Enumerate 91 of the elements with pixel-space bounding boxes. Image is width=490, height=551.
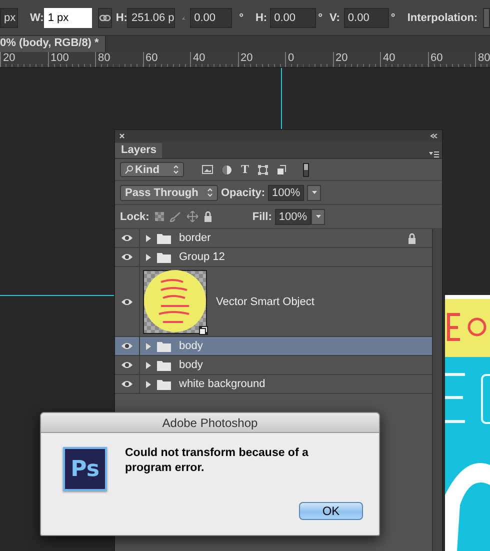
folder-icon [157, 252, 171, 262]
filter-kind-dropdown[interactable]: Kind [120, 162, 184, 177]
layer-row[interactable]: body [115, 356, 432, 375]
ruler-label: 100 [50, 52, 69, 64]
ruler-label: 0 [287, 52, 294, 64]
scrollbar-track[interactable] [432, 229, 442, 551]
layer-row[interactable]: body [115, 337, 432, 356]
filter-toggle[interactable] [303, 162, 310, 176]
expand-arrow-icon[interactable] [146, 342, 151, 350]
field-label: W: [30, 12, 44, 24]
pixel-filter-icon[interactable] [202, 165, 213, 174]
layer-row[interactable]: border [115, 229, 432, 248]
opacity-label: Opacity: [221, 186, 266, 198]
up-down-arrow-icon [207, 188, 213, 197]
document-tab[interactable]: 0% (body, RGB/8) * [0, 36, 106, 52]
folder-icon [157, 360, 171, 370]
guide-line [281, 68, 282, 130]
lock-move-icon[interactable] [187, 211, 198, 222]
input-field[interactable]: 0.00 [190, 8, 232, 28]
ruler-label: 60 [144, 52, 158, 64]
ruler-label: 20 [240, 52, 253, 64]
dialog-title: Adobe Photoshop [162, 416, 258, 430]
ruler-label: 60 [430, 52, 443, 64]
lock-transparency-icon[interactable] [155, 212, 164, 221]
field-label: H: [116, 12, 128, 24]
layer-row[interactable]: white background [115, 375, 432, 394]
visibility-eye-icon[interactable] [121, 253, 133, 261]
close-icon[interactable] [119, 133, 125, 139]
opacity-dropdown-button[interactable] [307, 184, 322, 200]
lock-all-icon[interactable] [204, 211, 212, 222]
ruler-label: 20 [334, 52, 348, 64]
lock-label: Lock: [120, 210, 150, 222]
visibility-eye-icon[interactable] [121, 342, 133, 350]
folder-icon [157, 232, 171, 244]
expand-arrow-icon[interactable] [146, 380, 151, 388]
ruler-label: 80 [477, 52, 490, 64]
ruler-label: 40 [192, 52, 206, 64]
lock-brush-icon[interactable] [170, 212, 182, 222]
app-icon: Ps [63, 447, 107, 491]
panel-tab[interactable]: Layers [115, 143, 162, 158]
field-label: ° [239, 12, 244, 24]
caret-icon [312, 191, 317, 194]
link-button[interactable] [98, 8, 112, 28]
visibility-eye-icon[interactable] [121, 361, 133, 369]
layer-name: body [179, 340, 203, 352]
input-field[interactable]: 0.00 [270, 8, 316, 28]
field-label: V: [330, 12, 340, 24]
layer-name: white background [179, 378, 266, 390]
ruler-label: 40 [382, 52, 396, 64]
adjustment-filter-icon[interactable] [222, 164, 232, 174]
caret-icon [316, 215, 321, 218]
error-message: Could not transform because of a program error. [125, 446, 310, 476]
fill-dropdown-button[interactable] [311, 208, 326, 224]
type-filter-icon[interactable]: T [241, 162, 250, 177]
ok-button[interactable]: OK [299, 502, 363, 520]
fill-label: Fill: [252, 210, 272, 222]
input-field[interactable]: 1 px [44, 8, 92, 28]
shape-filter-icon[interactable] [258, 164, 268, 174]
layer-name: body [179, 359, 203, 371]
expand-arrow-icon[interactable] [146, 254, 151, 260]
field-label: ° [318, 12, 322, 24]
field-label: ° [390, 12, 396, 24]
smart-object-badge-icon [199, 326, 208, 334]
collapse-icon[interactable] [430, 133, 438, 139]
input-field[interactable]: 0.00 [344, 8, 389, 28]
fill-field[interactable]: 100% [274, 208, 312, 224]
panel-menu-icon[interactable] [429, 151, 439, 158]
smart-object-filter-icon[interactable] [277, 164, 286, 174]
blend-mode-dropdown[interactable]: Pass Through [120, 184, 218, 200]
layer-row[interactable]: Vector Smart Object [115, 267, 432, 337]
field-label: H: [255, 12, 268, 24]
layer-name: Vector Smart Object [216, 296, 314, 308]
visibility-eye-icon[interactable] [121, 298, 133, 306]
field-label: Interpolation: [407, 12, 478, 24]
layer-name: border [179, 232, 211, 244]
layer-row[interactable]: Group 12 [115, 248, 432, 267]
input-field[interactable]: px [0, 8, 18, 28]
visibility-eye-icon[interactable] [121, 234, 133, 242]
folder-icon [157, 378, 171, 390]
opacity-field[interactable]: 100% [268, 184, 304, 200]
search-icon [125, 165, 133, 174]
layer-name: Group 12 [179, 251, 225, 263]
input-field[interactable]: 251.06 p [127, 8, 176, 28]
expand-arrow-icon[interactable] [146, 362, 151, 368]
folder-icon [157, 340, 171, 352]
ruler-label: 20 [2, 52, 16, 64]
ruler-label: 80 [97, 52, 110, 64]
expand-arrow-icon[interactable] [146, 234, 151, 242]
link-icon [99, 14, 110, 21]
visibility-eye-icon[interactable] [121, 380, 133, 388]
up-down-arrow-icon [173, 165, 179, 174]
